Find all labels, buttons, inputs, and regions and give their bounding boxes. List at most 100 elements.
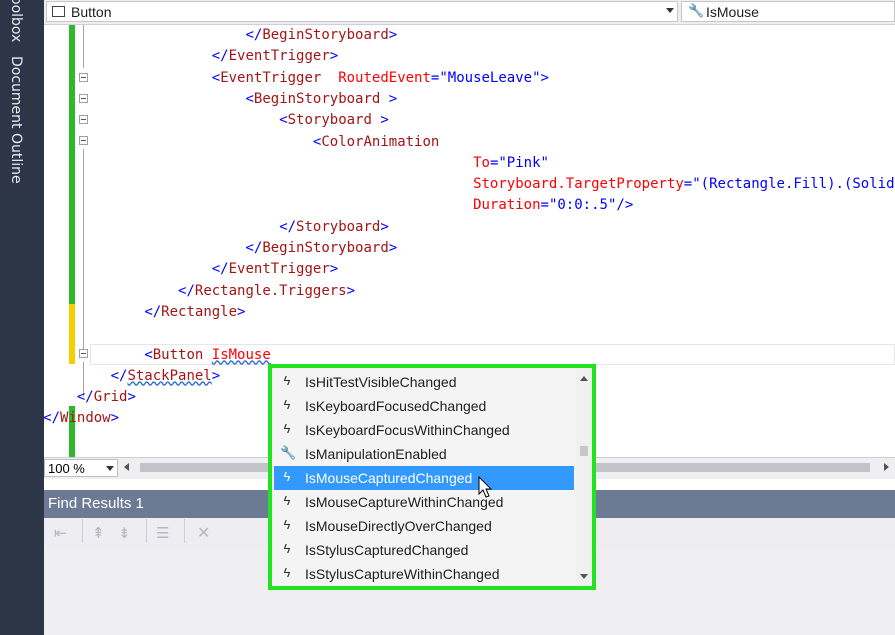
code-line: </Rectangle.Triggers>: [178, 281, 355, 302]
scroll-left-icon[interactable]: [124, 463, 129, 471]
completion-item[interactable]: ϟ IsMouseCapturedChanged: [274, 466, 574, 490]
completion-item[interactable]: ϟ IsKeyboardFocusedChanged: [274, 394, 574, 418]
completion-item-label: IsKeyboardFocusedChanged: [305, 398, 487, 414]
member-dropdown[interactable]: 🔧 IsMouse: [681, 1, 895, 22]
code-token: "Pink": [498, 154, 549, 171]
type-dropdown[interactable]: Button: [46, 1, 678, 22]
scrollbar-thumb[interactable]: [580, 446, 588, 456]
chevron-down-icon: [106, 466, 114, 471]
collapse-toggle[interactable]: [79, 349, 88, 358]
code-line: </Window>: [44, 408, 119, 429]
go-to-location-icon[interactable]: ⇤: [54, 524, 67, 542]
code-token: BeginStoryboard: [262, 240, 389, 256]
completion-item[interactable]: ϟ IsMouseDirectlyOverChanged: [274, 514, 574, 538]
code-token: >: [380, 90, 398, 107]
collapse-toggle[interactable]: [79, 94, 88, 103]
code-token: <: [245, 90, 254, 107]
event-icon: ϟ: [283, 469, 291, 484]
code-token: >: [388, 27, 398, 43]
outline-line: [83, 25, 84, 68]
collapse-toggle[interactable]: [79, 115, 88, 124]
code-token: />: [616, 197, 634, 214]
code-line: <Button IsMouse: [144, 345, 270, 366]
code-token: >: [540, 69, 549, 86]
code-token: EventTrigger: [220, 69, 322, 86]
code-token: Window: [60, 410, 111, 427]
mouse-cursor-icon: [478, 476, 493, 498]
completion-item[interactable]: ϟ IsKeyboardFocusWithinChanged: [274, 418, 574, 442]
code-token: Grid: [93, 389, 128, 406]
document-outline-tab[interactable]: Document Outline: [8, 56, 24, 184]
code-line: To="Pink": [473, 153, 549, 174]
code-token: </: [178, 282, 195, 299]
previous-result-icon[interactable]: ⇞: [92, 524, 105, 542]
scroll-down-icon[interactable]: [580, 574, 588, 579]
code-line: <EventTrigger RoutedEvent="MouseLeave">: [212, 68, 549, 89]
member-dropdown-value: IsMouse: [706, 4, 759, 20]
code-token: >: [211, 367, 221, 384]
code-token: </: [44, 410, 61, 427]
completion-item-label: IsMouseDirectlyOverChanged: [305, 518, 492, 534]
code-token: </: [76, 389, 94, 406]
code-token: </: [211, 261, 229, 278]
code-token: BeginStoryboard: [253, 90, 381, 107]
completion-scrollbar[interactable]: [576, 368, 592, 586]
event-icon: ϟ: [283, 517, 291, 532]
outline-line: [83, 149, 84, 353]
code-token: </: [211, 48, 229, 65]
code-token: EventTrigger: [228, 48, 330, 65]
completion-item[interactable]: ϟ IsStylusCapturedChanged: [274, 538, 574, 562]
code-token: >: [329, 261, 339, 278]
zoom-dropdown[interactable]: 100 %: [44, 459, 118, 477]
code-token: <: [279, 112, 288, 129]
code-token: </: [245, 27, 263, 43]
code-token: >: [371, 112, 389, 129]
toolbar-separator: [82, 519, 83, 543]
code-token: Storyboard: [287, 112, 372, 129]
code-line: <ColorAnimation: [313, 132, 439, 153]
code-token: To: [473, 154, 490, 171]
code-token: Duration: [473, 197, 541, 214]
code-token: <: [144, 346, 153, 363]
completion-item[interactable]: 🔧 IsManipulationEnabled: [274, 442, 574, 466]
property-icon: 🔧: [280, 445, 297, 460]
saved-change-bar: [69, 25, 75, 304]
scroll-right-icon[interactable]: [884, 463, 889, 471]
collapse-toggle[interactable]: [79, 73, 88, 82]
wrench-icon: 🔧: [688, 3, 705, 18]
next-result-icon[interactable]: ⇟: [118, 524, 131, 542]
code-line: <Storyboard >: [279, 110, 389, 131]
chevron-down-icon[interactable]: [666, 8, 674, 13]
collapse-toggle[interactable]: [79, 136, 88, 145]
code-token: "(Rectangle.Fill).(SolidColorBrush.Color…: [692, 176, 895, 193]
zoom-value: 100 %: [48, 461, 85, 476]
code-line: </EventTrigger>: [212, 46, 338, 67]
code-token: </: [144, 303, 162, 320]
clear-all-icon[interactable]: ☰: [156, 524, 169, 542]
completion-item[interactable]: ϟ IsStylusCaptureWithinChanged: [274, 562, 574, 586]
toolbox-tab[interactable]: oolbox: [8, 0, 24, 42]
code-token: RoutedEvent: [338, 69, 431, 86]
close-icon[interactable]: ✕: [197, 523, 210, 543]
completion-item-label: IsStylusCapturedChanged: [305, 542, 469, 558]
completion-item[interactable]: ϟ IsMouseCaptureWithinChanged: [274, 490, 574, 514]
code-token: >: [329, 48, 339, 65]
code-token: Storyboard: [296, 218, 381, 235]
event-icon: ϟ: [283, 397, 291, 412]
code-token: >: [380, 218, 389, 235]
code-token: =: [683, 176, 693, 193]
unsaved-change-bar: [69, 304, 75, 364]
code-token: Storyboard.TargetProperty: [473, 176, 684, 193]
code-token: </: [245, 240, 263, 256]
completion-item-label: IsMouseCaptureWithinChanged: [305, 494, 504, 510]
code-line: </BeginStoryboard>: [245, 25, 397, 46]
code-token: "0:0:.5": [548, 197, 617, 214]
completion-item-label: IsHitTestVisibleChanged: [305, 374, 457, 390]
code-token: EventTrigger: [228, 261, 330, 278]
navigation-bar: Button 🔧 IsMouse: [44, 0, 895, 25]
event-icon: ϟ: [283, 541, 291, 556]
completion-item[interactable]: ϟ IsHitTestVisibleChanged: [274, 370, 574, 394]
code-line: Storyboard.TargetProperty="(Rectangle.Fi…: [473, 174, 895, 195]
scroll-up-icon[interactable]: [580, 376, 588, 381]
